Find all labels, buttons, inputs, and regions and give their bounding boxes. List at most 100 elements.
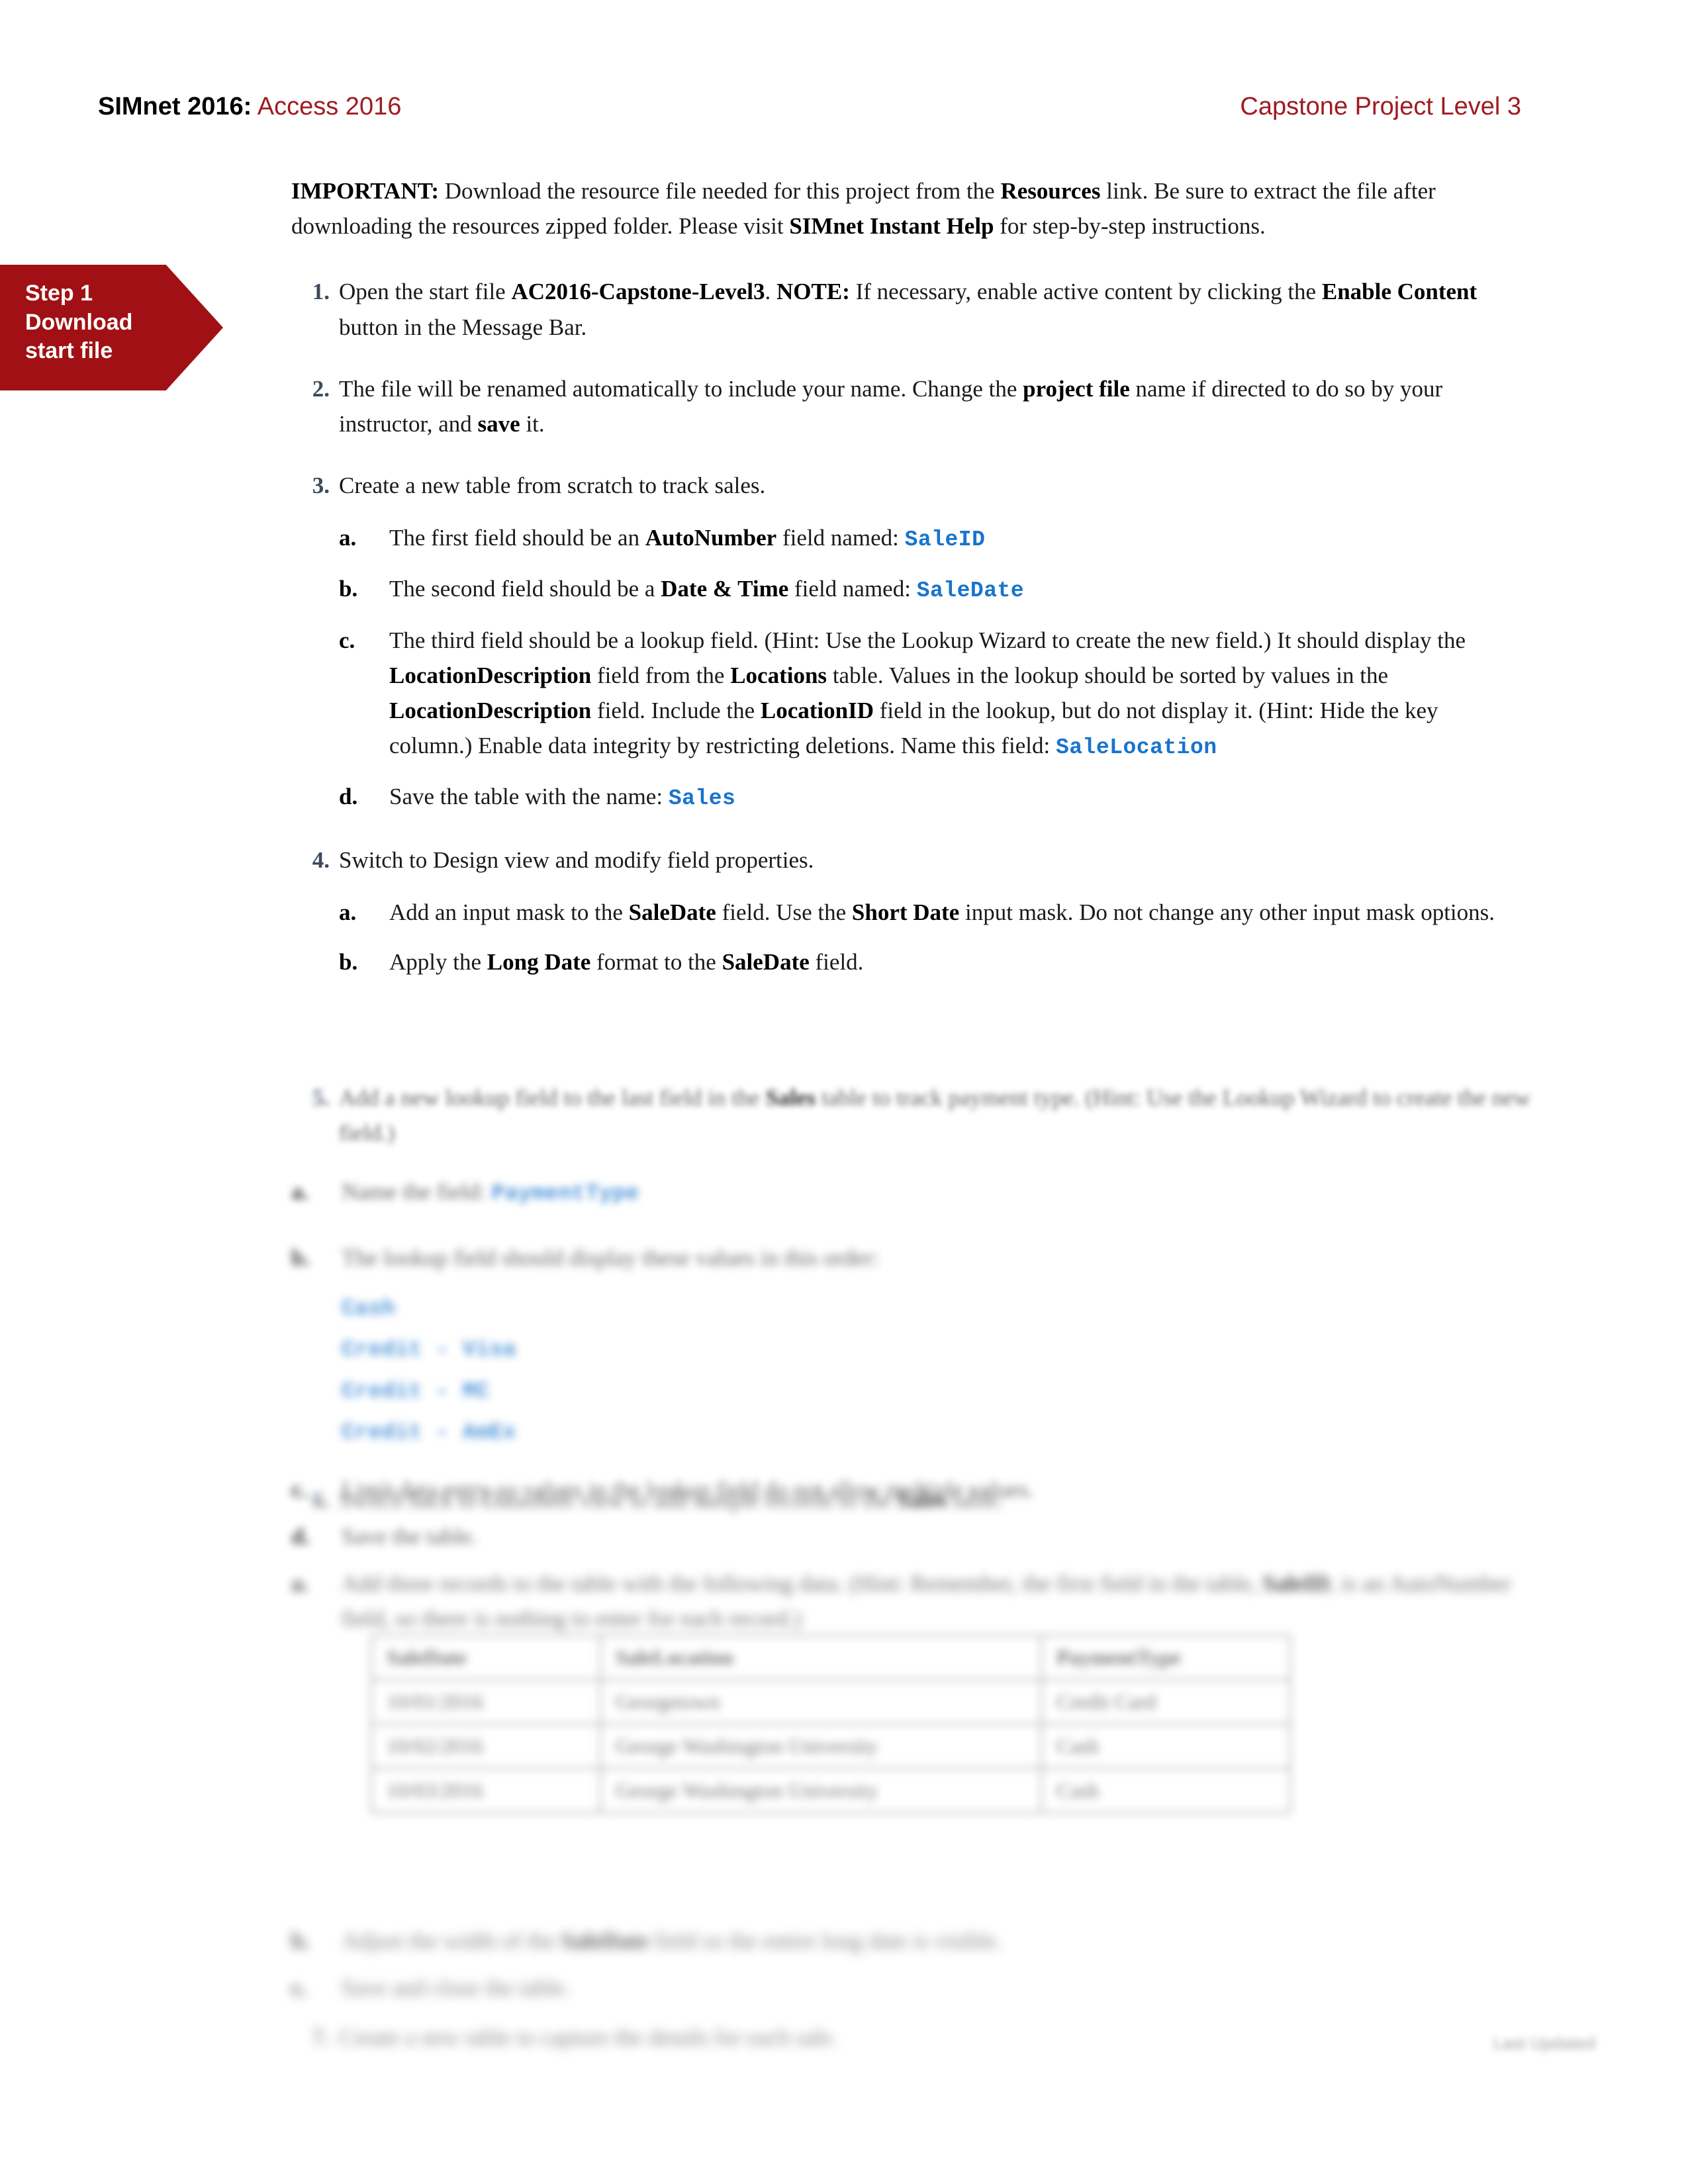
step-banner-line-2: Download [25,309,133,335]
list-item-step-5a: a. Name the field: PaymentType [291,1174,1549,1210]
cell-paymenttype: Credit Card [1041,1679,1291,1725]
step-banner-line-3: start file [25,338,113,364]
lookup-value-credit-amex: Credit - AmEx [342,1420,516,1445]
step-6b-saledate: SaleDate [561,1928,649,1954]
sublist-marker: b. [291,1928,310,1954]
step-1-t3: If necessary, enable active content by c… [849,279,1322,305]
step-4b-t1: Apply the [389,948,487,975]
list-marker: 6. [312,1487,330,1513]
sublist-marker: d. [339,784,358,810]
column-header-salelocation: SaleLocation [600,1635,1042,1680]
instruction-list: 1. Open the start file AC2016-Capstone-L… [291,274,1523,979]
step-6-t2: table. [947,1487,1004,1513]
sublist-marker: b. [291,1245,310,1271]
step-3c-text: The third field should be a lookup field… [389,627,1466,760]
list-item-step-1: 1. Open the start file AC2016-Capstone-L… [291,274,1523,344]
step-4b-long-date: Long Date [487,948,591,975]
step-3c-t4: field. Include the [591,698,761,723]
step-1-note-label: NOTE: [776,279,850,305]
step-5a-t1: Name the field: [342,1179,492,1205]
step-2-save: save [477,410,520,437]
cell-salelocation: George Washington University [600,1768,1042,1813]
lookup-value-credit-mc: Credit - MC [342,1379,490,1404]
lookup-values-list: Cash Credit - Visa Credit - MC Credit - … [342,1293,1549,1449]
step-5-t1: Add a new lookup field to the last field… [339,1085,766,1111]
table-row: 10/03/2016 George Washington University … [371,1768,1291,1813]
list-item-step-3b: b. The second field should be a Date & T… [339,571,1523,608]
field-name-saledate: SaleDate [916,578,1025,604]
step-2-t3: it. [520,410,545,437]
step-6-sales-table: Sales [896,1487,947,1513]
step-3d-text: Save the table with the name: Sales [389,784,735,811]
cell-salelocation: George Washington University [600,1723,1042,1769]
list-marker: 5. [312,1085,330,1111]
sublist-marker: b. [339,948,358,975]
step-3a-t2: field named: [776,525,905,551]
table-row: 10/01/2016 Georgetown Credit Card [371,1679,1291,1725]
list-item-step-3: 3. Create a new table from scratch to tr… [291,468,1523,815]
list-item-step-3a: a. The first field should be an AutoNumb… [339,520,1523,557]
list-marker: 4. [312,846,330,873]
step-3c-locations-table: Locations [730,662,827,688]
sublist-marker: a. [291,1570,309,1596]
sublist-marker: a. [339,899,357,925]
important-label: IMPORTANT: [291,178,440,204]
important-notice: IMPORTANT: Download the resource file ne… [291,173,1523,244]
list-item-step-3c: c. The third field should be a lookup fi… [339,623,1523,765]
page-header: SIMnet 2016: Access 2016 Capstone Projec… [98,93,1521,121]
page-footer: Last Updated [1493,2033,1595,2053]
lookup-value-credit-visa: Credit - Visa [342,1338,516,1363]
step-3a-t1: The first field should be an [389,525,645,551]
step-6b-t1: Adjust the width of the [342,1928,561,1954]
sublist-marker: c. [339,627,355,653]
step-3c-t2: field from the [591,662,731,688]
step-3c-locationdescription-2: LocationDescription [389,698,592,723]
list-item-step-5b: b. The lookup field should display these… [291,1240,1549,1449]
lookup-value-cash: Cash [342,1297,396,1322]
step-5-sales-table: Sales [765,1085,816,1111]
list-item-step-2: 2. The file will be renamed automaticall… [291,371,1523,441]
step-7-t1: Create a new table to capture the detail… [339,2025,838,2051]
step-4a-t2: field. Use the [716,899,852,925]
sublist-marker: a. [291,1179,309,1205]
list-marker: 3. [312,473,330,499]
step-6-t1: Switch back to Datasheet view to add sam… [339,1487,897,1513]
list-item-step-3d: d. Save the table with the name: Sales [339,779,1523,815]
step-2-t1: The file will be renamed automatically t… [339,375,1023,402]
step-4a-t3: input mask. Do not change any other inpu… [959,899,1495,925]
sublist-marker: c. [291,1975,308,2001]
field-name-paymenttype: PaymentType [491,1181,639,1206]
step-3-text: Create a new table from scratch to track… [339,473,766,499]
step-3b-t2: field named: [788,576,917,602]
step-2-project-file: project file [1023,375,1130,402]
list-marker: 1. [312,279,330,305]
step-2-text: The file will be renamed automatically t… [339,376,1442,437]
step-4b-text: Apply the Long Date format to the SaleDa… [389,949,863,975]
obscured-step-6: 6. Switch back to Datasheet view to add … [291,1482,1549,1535]
step-3c-t1: The third field should be a lookup field… [389,627,1466,653]
step-3a-datatype: AutoNumber [645,525,777,551]
table-row: 10/02/2016 George Washington University … [371,1723,1291,1769]
header-brand: SIMnet 2016: [98,93,252,120]
header-left: SIMnet 2016: Access 2016 [98,93,401,121]
important-text-3: for step-by-step instructions. [994,213,1266,240]
step-4a-short-date: Short Date [851,899,960,925]
step-4-sublist: a. Add an input mask to the SaleDate fie… [339,895,1523,979]
step-1-banner: Step 1 Download start file [0,265,223,390]
obscured-step-5: 5. Add a new lookup field to the last fi… [291,1080,1549,1167]
header-project-title: Capstone Project Level 3 [1240,93,1521,120]
list-marker: 7. [312,2025,330,2051]
step-banner-line-1: Step 1 [25,281,93,306]
sublist-marker: a. [339,525,357,551]
field-name-salelocation: SaleLocation [1055,735,1217,760]
step-3-sublist: a. The first field should be an AutoNumb… [339,520,1523,815]
step-4a-t1: Add an input mask to the [389,899,629,925]
step-4-text: Switch to Design view and modify field p… [339,846,814,873]
step-4b-t2: format to the [590,948,722,975]
cell-salelocation: Georgetown [600,1679,1042,1725]
step-3a-text: The first field should be an AutoNumber … [389,525,985,552]
list-item-step-4b: b. Apply the Long Date format to the Sal… [339,944,1523,979]
important-text-1: Download the resource file needed for th… [439,178,1001,204]
cell-paymenttype: Cash [1041,1768,1291,1813]
step-1-t2: . [765,279,776,305]
